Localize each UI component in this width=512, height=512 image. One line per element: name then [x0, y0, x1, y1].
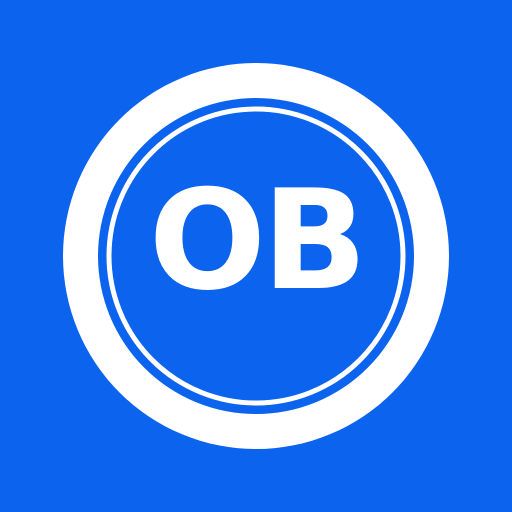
app-icon: OB — [0, 0, 512, 512]
ob-logo: OB — [63, 63, 449, 449]
logo-text: OB — [149, 160, 364, 321]
